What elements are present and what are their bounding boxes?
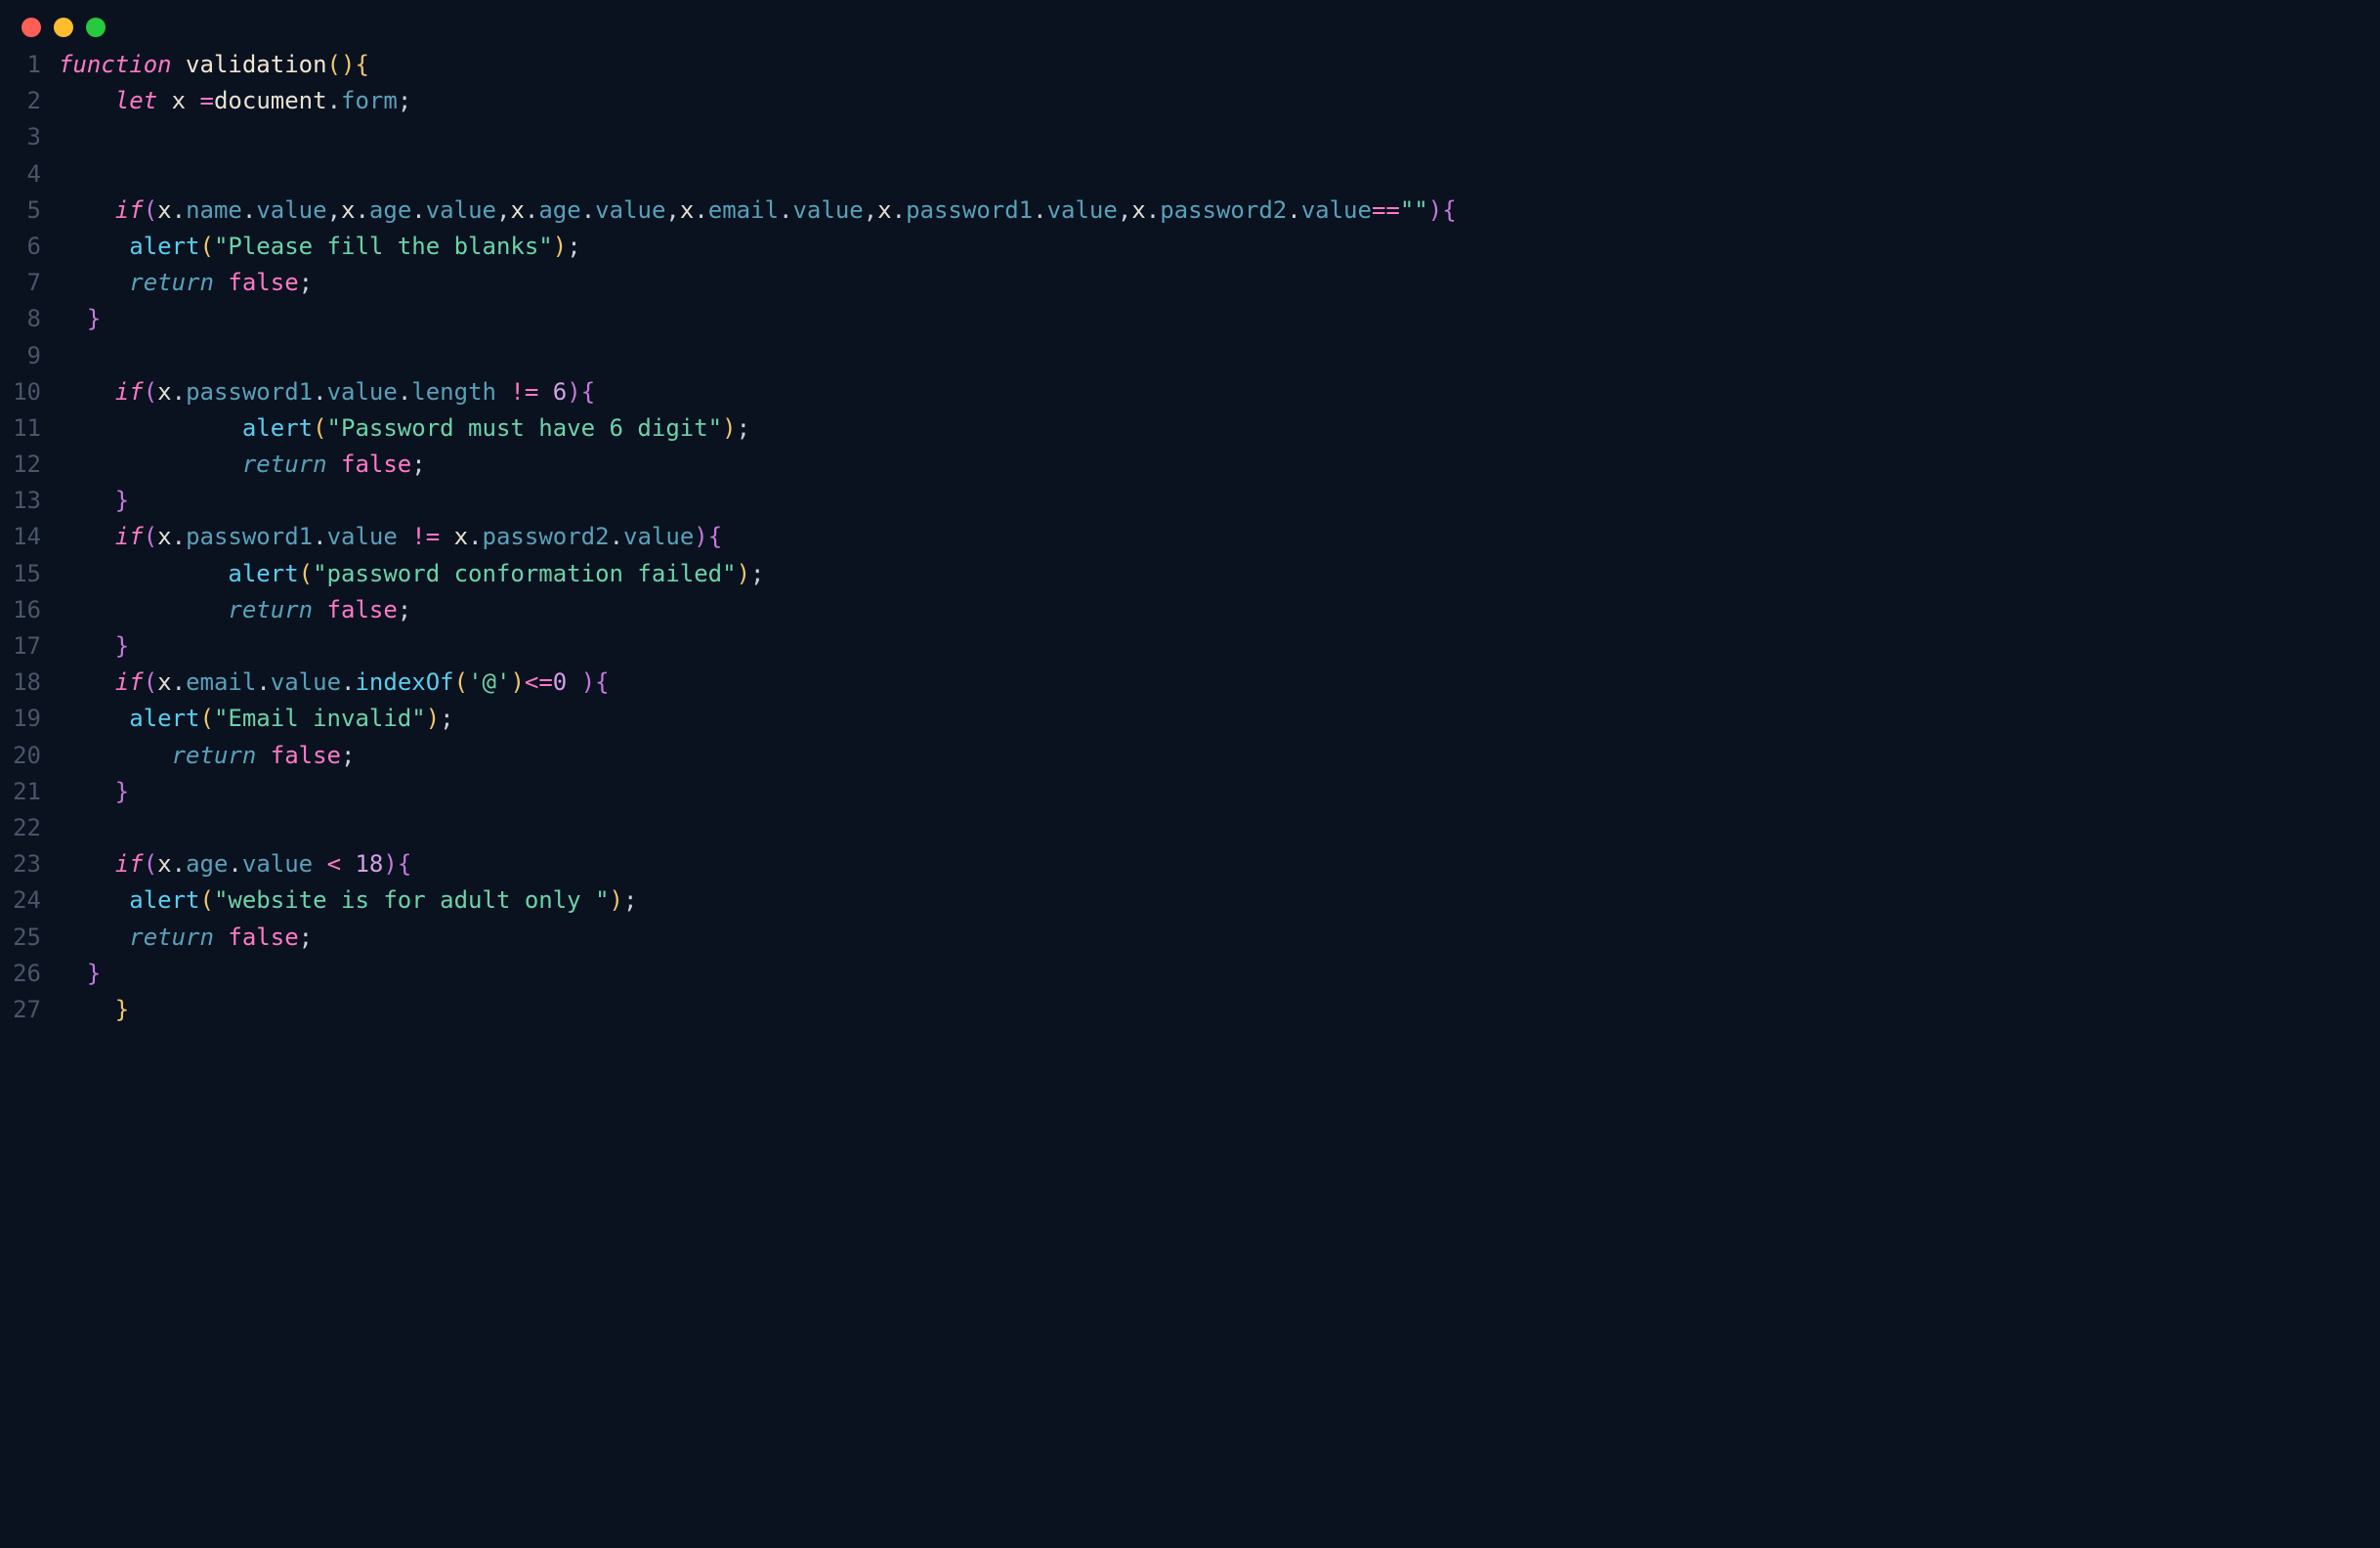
code-line[interactable]: return false; <box>59 920 2376 956</box>
code-line[interactable] <box>59 810 2376 846</box>
code-line[interactable]: alert("password conformation failed"); <box>59 556 2376 592</box>
code-line[interactable]: return false; <box>59 265 2376 301</box>
code-line[interactable]: return false; <box>59 738 2376 774</box>
code-editor[interactable]: 1234567891011121314151617181920212223242… <box>0 47 2380 1048</box>
line-number: 20 <box>4 738 41 774</box>
line-number: 21 <box>4 774 41 810</box>
code-line[interactable]: } <box>59 628 2376 665</box>
line-number: 16 <box>4 592 41 628</box>
line-number: 9 <box>4 338 41 374</box>
line-number: 5 <box>4 193 41 229</box>
code-line[interactable]: alert("Password must have 6 digit"); <box>59 410 2376 447</box>
code-line[interactable]: alert("Please fill the blanks"); <box>59 229 2376 265</box>
code-line[interactable]: if(x.password1.value.length != 6){ <box>59 374 2376 410</box>
code-line[interactable] <box>59 338 2376 374</box>
line-number: 19 <box>4 701 41 737</box>
code-content[interactable]: function validation(){ let x =document.f… <box>59 47 2376 1028</box>
line-number-gutter: 1234567891011121314151617181920212223242… <box>4 47 59 1028</box>
code-line[interactable] <box>59 119 2376 155</box>
titlebar <box>0 0 2380 47</box>
code-window: 1234567891011121314151617181920212223242… <box>0 0 2380 1548</box>
line-number: 26 <box>4 956 41 992</box>
line-number: 7 <box>4 265 41 301</box>
maximize-icon[interactable] <box>86 18 106 37</box>
code-line[interactable]: let x =document.form; <box>59 83 2376 119</box>
line-number: 22 <box>4 810 41 846</box>
line-number: 24 <box>4 882 41 919</box>
line-number: 1 <box>4 47 41 83</box>
code-line[interactable]: } <box>59 774 2376 810</box>
line-number: 13 <box>4 483 41 519</box>
line-number: 23 <box>4 846 41 882</box>
line-number: 27 <box>4 992 41 1028</box>
code-line[interactable]: } <box>59 301 2376 337</box>
line-number: 11 <box>4 410 41 447</box>
line-number: 8 <box>4 301 41 337</box>
line-number: 6 <box>4 229 41 265</box>
code-line[interactable]: return false; <box>59 592 2376 628</box>
code-line[interactable]: } <box>59 992 2376 1028</box>
line-number: 12 <box>4 447 41 483</box>
code-line[interactable]: alert("Email invalid"); <box>59 701 2376 737</box>
code-line[interactable]: if(x.name.value,x.age.value,x.age.value,… <box>59 193 2376 229</box>
line-number: 14 <box>4 519 41 555</box>
code-line[interactable]: alert("website is for adult only "); <box>59 882 2376 919</box>
code-line[interactable]: if(x.email.value.indexOf('@')<=0 ){ <box>59 665 2376 701</box>
code-line[interactable]: if(x.password1.value != x.password2.valu… <box>59 519 2376 555</box>
line-number: 25 <box>4 920 41 956</box>
line-number: 2 <box>4 83 41 119</box>
code-line[interactable]: if(x.age.value < 18){ <box>59 846 2376 882</box>
code-line[interactable]: function validation(){ <box>59 47 2376 83</box>
code-line[interactable]: } <box>59 956 2376 992</box>
line-number: 10 <box>4 374 41 410</box>
close-icon[interactable] <box>21 18 41 37</box>
code-line[interactable]: return false; <box>59 447 2376 483</box>
line-number: 18 <box>4 665 41 701</box>
line-number: 3 <box>4 119 41 155</box>
line-number: 17 <box>4 628 41 665</box>
code-line[interactable]: } <box>59 483 2376 519</box>
line-number: 15 <box>4 556 41 592</box>
line-number: 4 <box>4 156 41 193</box>
code-line[interactable] <box>59 156 2376 193</box>
minimize-icon[interactable] <box>54 18 73 37</box>
